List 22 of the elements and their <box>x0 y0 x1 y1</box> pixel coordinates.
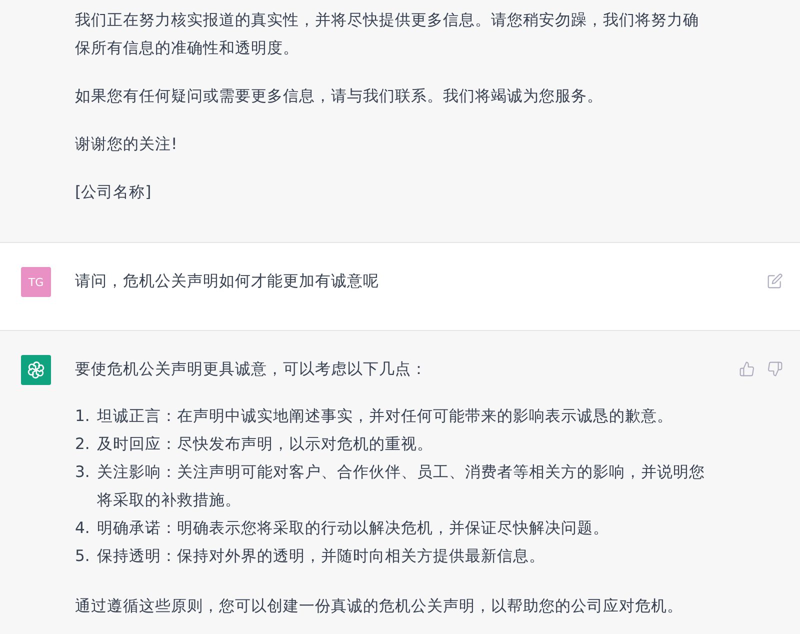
list-item-text: 坦诚正言：在声明中诚实地阐述事实，并对任何可能带来的影响表示诚恳的歉意。 <box>97 406 674 427</box>
edit-icon[interactable] <box>767 273 783 289</box>
message-text: 请问，危机公关声明如何才能更加有诚意呢 <box>75 271 380 292</box>
list-item-text: 及时回应：尽快发布声明，以示对危机的重视。 <box>97 434 434 455</box>
list-number: 1. <box>75 406 91 427</box>
list-number: 2. <box>75 434 91 455</box>
thumbs-down-icon[interactable] <box>767 361 783 377</box>
list-number: 4. <box>75 518 91 539</box>
list-item-text: 关注影响：关注声明可能对客户、合作伙伴、员工、消费者等相关方的影响，并说明您将采取的补救措施。 <box>97 462 706 511</box>
knot-icon <box>26 360 46 380</box>
message-text: [公司名称] <box>75 182 152 203</box>
list-number: 5. <box>75 546 91 567</box>
message-text: 如果您有任何疑问或需要更多信息，请与我们联系。我们将竭诚为您服务。 <box>75 86 604 107</box>
message-text: 谢谢您的关注! <box>75 134 178 155</box>
message-text: 我们正在努力核实报道的真实性，并将尽快提供更多信息。请您稍安勿躁，我们将努力确保所有信息的准确性和透明度。 <box>75 10 700 59</box>
list-number: 3. <box>75 462 91 483</box>
user-avatar: TG <box>21 267 51 297</box>
message-text: 要使危机公关声明更具诚意，可以考虑以下几点： <box>75 359 428 380</box>
thumbs-up-icon[interactable] <box>739 361 755 377</box>
list-item-text: 保持透明：保持对外界的透明，并随时向相关方提供最新信息。 <box>97 546 546 567</box>
message-text: 通过遵循这些原则，您可以创建一份真诚的危机公关声明，以帮助您的公司应对危机。 <box>75 596 684 617</box>
list-item-text: 明确承诺：明确表示您将采取的行动以解决危机，并保证尽快解决问题。 <box>97 518 610 539</box>
